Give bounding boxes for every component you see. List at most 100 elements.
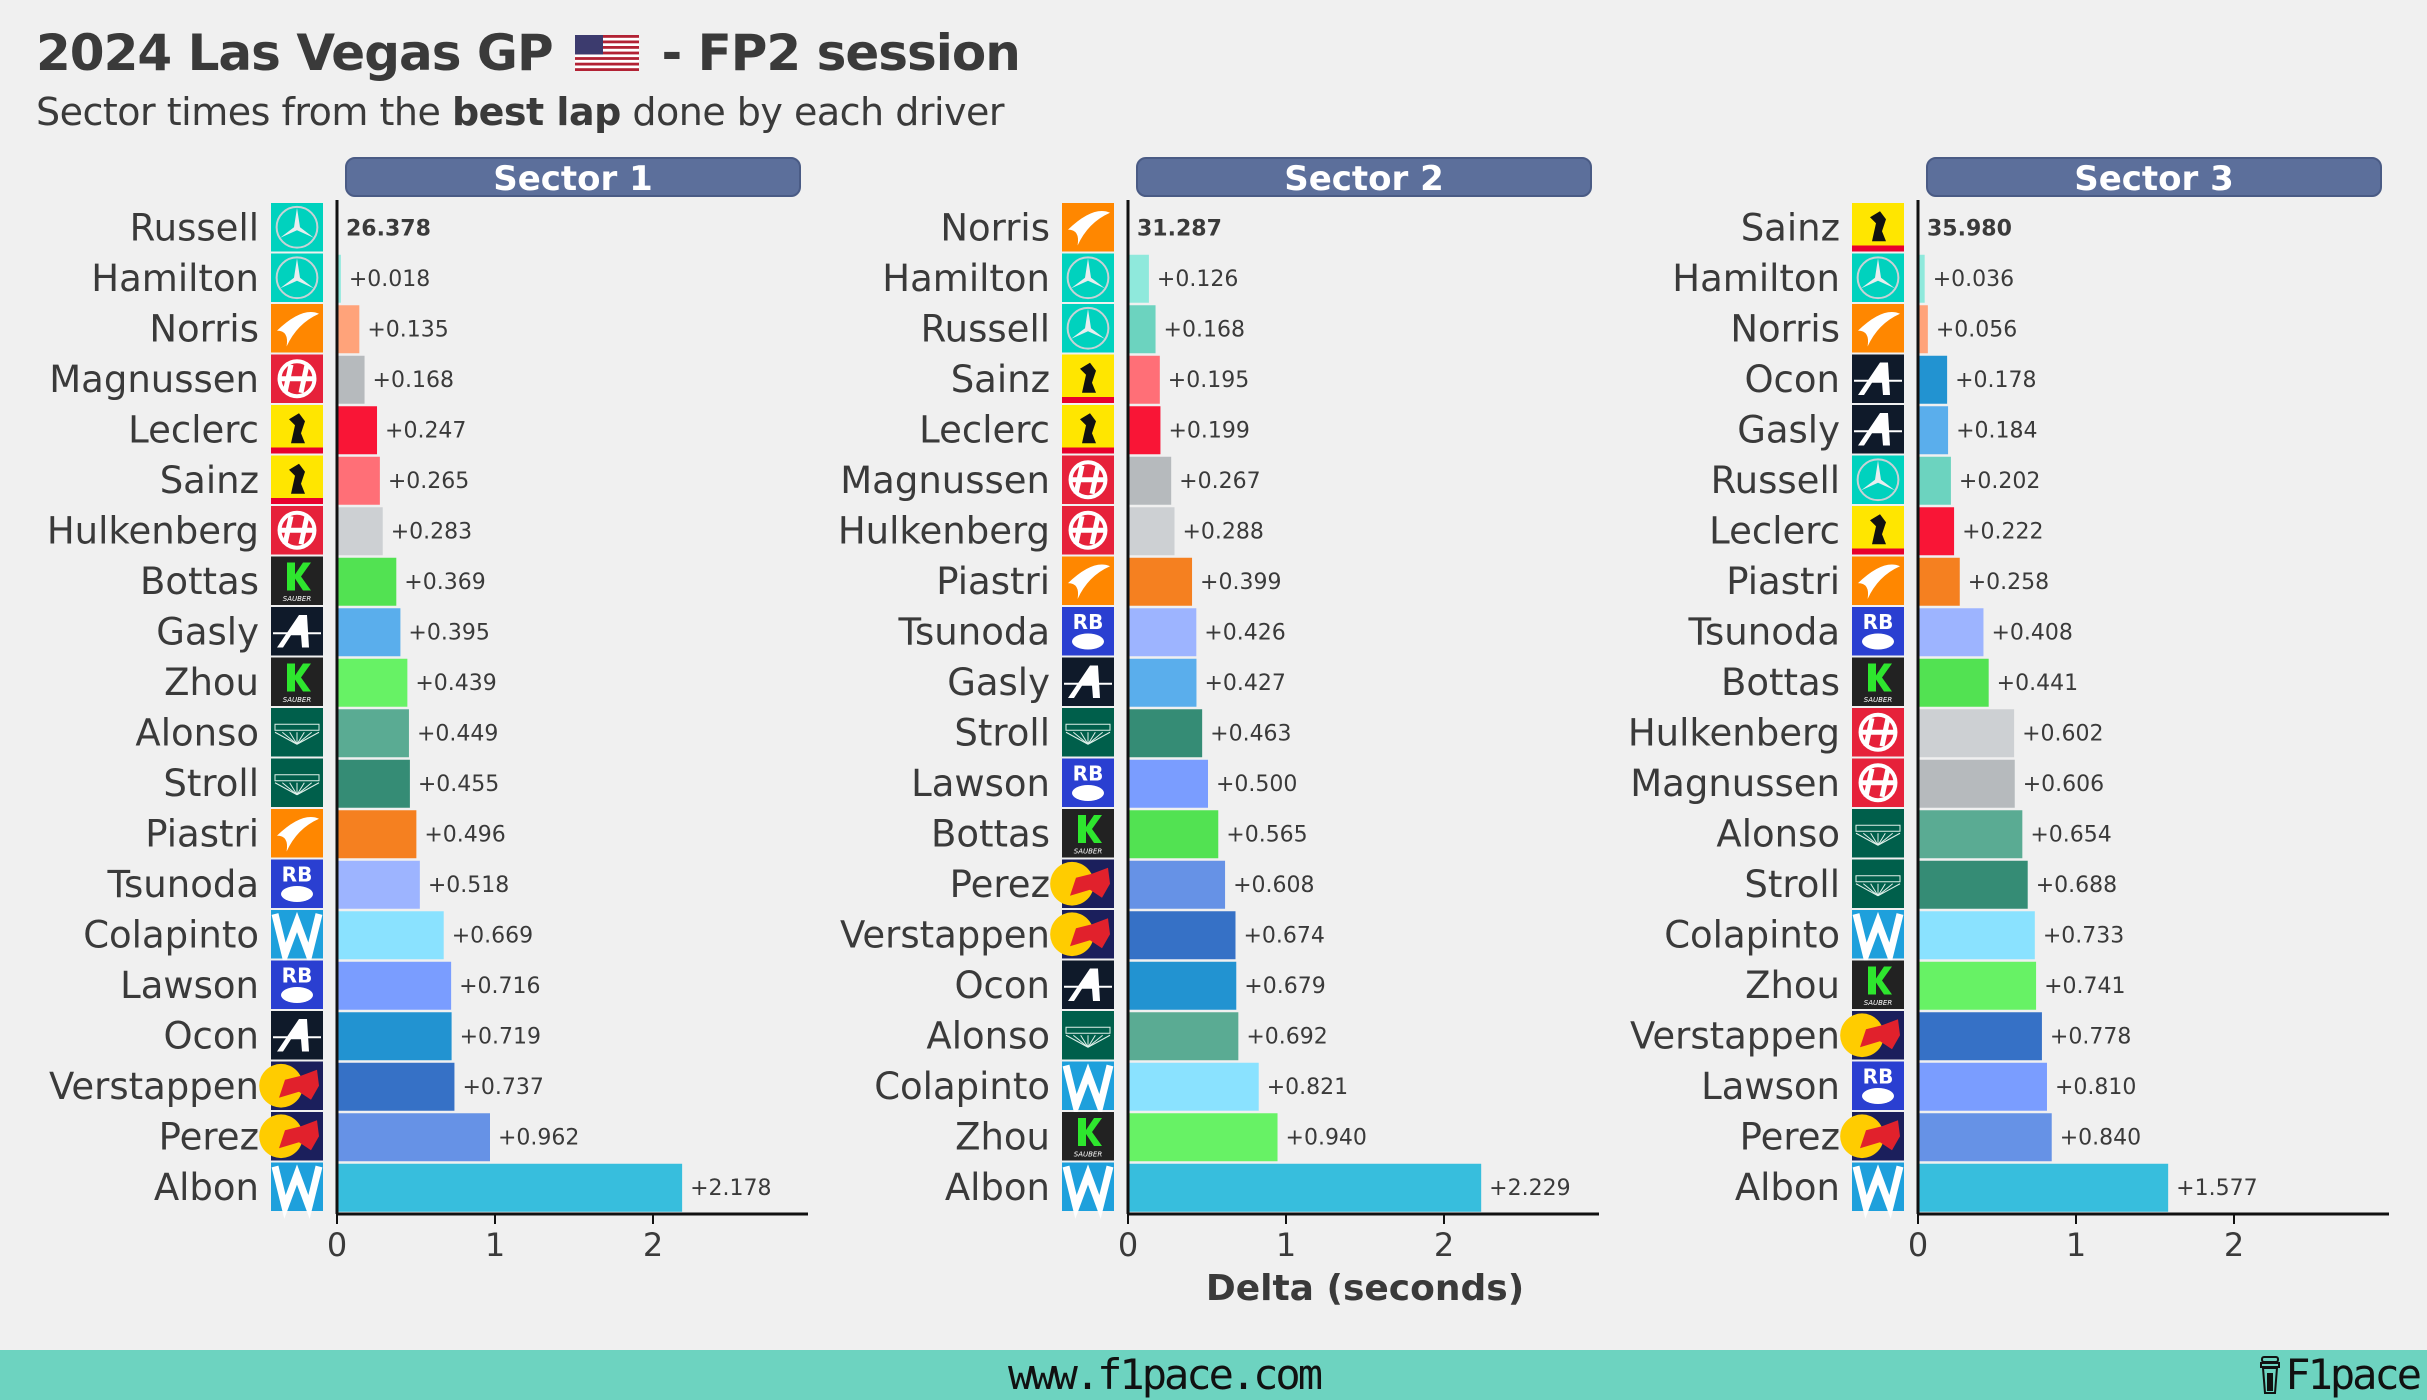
driver-label: Albon xyxy=(1735,1166,1840,1209)
driver-label: Ocon xyxy=(163,1014,259,1057)
rb-logo-icon: RB xyxy=(1062,758,1114,807)
rb-logo-icon: RB xyxy=(1852,607,1904,656)
red-bull-logo-icon xyxy=(1840,1011,1904,1060)
bar xyxy=(338,860,420,909)
mercedes-logo-icon xyxy=(1062,253,1114,302)
bar xyxy=(338,911,444,960)
haas-logo-icon xyxy=(1062,506,1114,555)
bar xyxy=(338,1012,452,1061)
bar xyxy=(1919,557,1960,606)
bar xyxy=(1129,709,1203,758)
aston-martin-logo-icon xyxy=(271,708,323,757)
best-time-label: 35.980 xyxy=(1927,216,2012,241)
delta-label: +0.840 xyxy=(2060,1125,2141,1150)
bar xyxy=(338,608,401,657)
bar xyxy=(1919,254,1925,303)
footer-brand: F1pace xyxy=(2259,1350,2422,1400)
driver-label: Lawson xyxy=(120,964,259,1007)
delta-label: +0.940 xyxy=(1286,1125,1367,1150)
delta-label: +0.018 xyxy=(349,267,430,292)
bar xyxy=(1129,860,1226,909)
delta-label: +0.463 xyxy=(1210,721,1291,746)
driver-label: Russell xyxy=(1711,459,1840,502)
driver-label: Tsunoda xyxy=(107,863,259,906)
aston-martin-logo-icon xyxy=(1062,708,1114,757)
bar xyxy=(338,961,452,1010)
delta-label: +0.247 xyxy=(385,418,466,443)
x-tick-label: 1 xyxy=(1276,1226,1296,1264)
delta-label: +0.283 xyxy=(391,519,472,544)
driver-label: Sainz xyxy=(160,459,259,502)
driver-label: Gasly xyxy=(947,661,1050,704)
driver-label: Colapinto xyxy=(1664,913,1840,956)
delta-label: +0.184 xyxy=(1956,418,2037,443)
delta-label: +0.778 xyxy=(2050,1024,2131,1049)
ferrari-logo-icon xyxy=(271,405,323,454)
bar xyxy=(1919,961,2037,1010)
delta-label: +0.267 xyxy=(1179,469,1260,494)
williams-logo-icon xyxy=(1852,1162,1904,1219)
red-bull-logo-icon xyxy=(259,1112,323,1161)
delta-label: +0.737 xyxy=(462,1075,543,1100)
driver-label: Magnussen xyxy=(49,358,259,401)
x-tick-label: 1 xyxy=(485,1226,505,1264)
delta-label: +0.195 xyxy=(1168,368,1249,393)
bar xyxy=(1129,658,1197,707)
bar xyxy=(338,507,383,556)
bar xyxy=(1129,406,1161,455)
ferrari-logo-icon xyxy=(1062,405,1114,454)
bar xyxy=(1919,507,1955,556)
bar xyxy=(1919,911,2035,960)
footer-url[interactable]: www.f1pace.com xyxy=(1008,1350,1323,1400)
driver-label: Ocon xyxy=(954,964,1050,1007)
mclaren-logo-icon xyxy=(1852,304,1904,353)
bar xyxy=(1129,1113,1278,1162)
driver-label: Bottas xyxy=(140,560,259,603)
rb-logo-icon: RB xyxy=(1852,1061,1904,1110)
driver-label: Lawson xyxy=(911,762,1050,805)
delta-label: +0.439 xyxy=(415,671,496,696)
bar xyxy=(1919,810,2023,859)
delta-label: +0.056 xyxy=(1936,317,2017,342)
best-time-label: 26.378 xyxy=(346,216,431,241)
bar xyxy=(1129,1012,1239,1061)
coffee-cup-icon xyxy=(2260,1356,2281,1394)
sauber-logo-icon: SAUBER xyxy=(271,556,323,605)
bar xyxy=(1129,507,1175,556)
alpine-logo-icon xyxy=(271,607,323,656)
driver-label: Verstappen xyxy=(1630,1014,1840,1057)
bar xyxy=(1919,608,1984,657)
delta-label: +0.455 xyxy=(418,772,499,797)
williams-logo-icon xyxy=(271,910,323,967)
sauber-logo-icon: SAUBER xyxy=(271,657,323,706)
bar xyxy=(338,1113,490,1162)
driver-label: Verstappen xyxy=(49,1065,259,1108)
bar xyxy=(1919,1012,2042,1061)
driver-label: Russell xyxy=(130,206,259,249)
delta-label: +0.441 xyxy=(1997,671,2078,696)
mercedes-logo-icon xyxy=(1852,455,1904,504)
driver-label: Albon xyxy=(154,1166,259,1209)
red-bull-logo-icon xyxy=(1050,859,1114,908)
sauber-logo-icon: SAUBER xyxy=(1062,1112,1114,1161)
svg-text:RB: RB xyxy=(1863,610,1894,634)
delta-label: +0.408 xyxy=(1991,620,2072,645)
delta-label: +0.669 xyxy=(452,923,533,948)
bar xyxy=(338,406,378,455)
aston-martin-logo-icon xyxy=(271,758,323,807)
x-tick-label: 0 xyxy=(327,1226,347,1264)
svg-text:RB: RB xyxy=(1073,762,1104,786)
driver-label: Verstappen xyxy=(840,913,1050,956)
sauber-logo-icon: SAUBER xyxy=(1852,960,1904,1009)
driver-label: Piastri xyxy=(1726,560,1840,603)
driver-label: Sainz xyxy=(951,358,1050,401)
driver-label: Colapinto xyxy=(874,1065,1050,1108)
delta-label: +0.126 xyxy=(1157,267,1238,292)
delta-label: +0.427 xyxy=(1204,671,1285,696)
x-tick-label: 0 xyxy=(1908,1226,1928,1264)
driver-label: Stroll xyxy=(954,711,1050,754)
ferrari-logo-icon xyxy=(271,455,323,504)
mclaren-logo-icon xyxy=(1062,203,1114,252)
delta-label: +0.810 xyxy=(2055,1075,2136,1100)
driver-label: Sainz xyxy=(1741,206,1840,249)
